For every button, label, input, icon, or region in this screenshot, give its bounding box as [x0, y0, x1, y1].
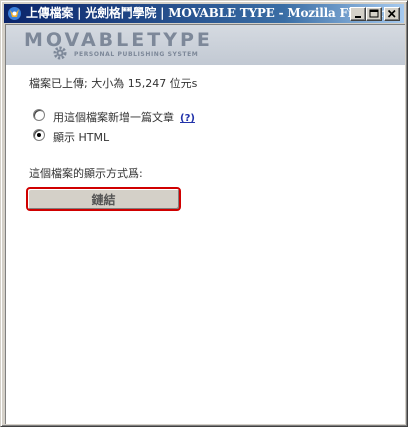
movable-type-tagline: PERSONAL PUBLISHING SYSTEM [74, 51, 199, 58]
upload-status-text: 檔案已上傳; 大小為 15,247 位元s [29, 77, 198, 90]
show-html-radio[interactable] [33, 129, 45, 141]
close-button[interactable] [384, 7, 400, 21]
new-entry-label: 用這個檔案新增一篇文章 [53, 111, 174, 124]
browser-window: 上傳檔案 | 光劍格鬥學院 | MOVABLE TYPE - Mozilla F… [0, 0, 408, 427]
close-icon [387, 9, 396, 18]
maximize-icon [369, 9, 379, 18]
help-link[interactable]: (?) [180, 113, 195, 124]
show-html-label: 顯示 HTML [53, 131, 110, 144]
firebird-icon [8, 7, 21, 20]
minimize-icon [355, 16, 361, 18]
page-content: MOVABLETYPE PERSONAL PUBLISHING SYSTEM 檔… [5, 24, 405, 424]
minimize-button[interactable] [350, 7, 366, 21]
link-button[interactable]: 鏈結 [26, 187, 181, 211]
display-prompt: 這個檔案的顯示方式爲: [29, 167, 143, 180]
gear-icon [53, 46, 67, 60]
new-entry-radio[interactable] [33, 109, 45, 121]
title-bar[interactable]: 上傳檔案 | 光劍格鬥學院 | MOVABLE TYPE - Mozilla F… [4, 4, 404, 23]
movable-type-banner: MOVABLETYPE PERSONAL PUBLISHING SYSTEM [6, 25, 405, 65]
window-title: 上傳檔案 | 光劍格鬥學院 | MOVABLE TYPE - Mozilla F… [26, 6, 393, 20]
maximize-button[interactable] [366, 7, 382, 21]
